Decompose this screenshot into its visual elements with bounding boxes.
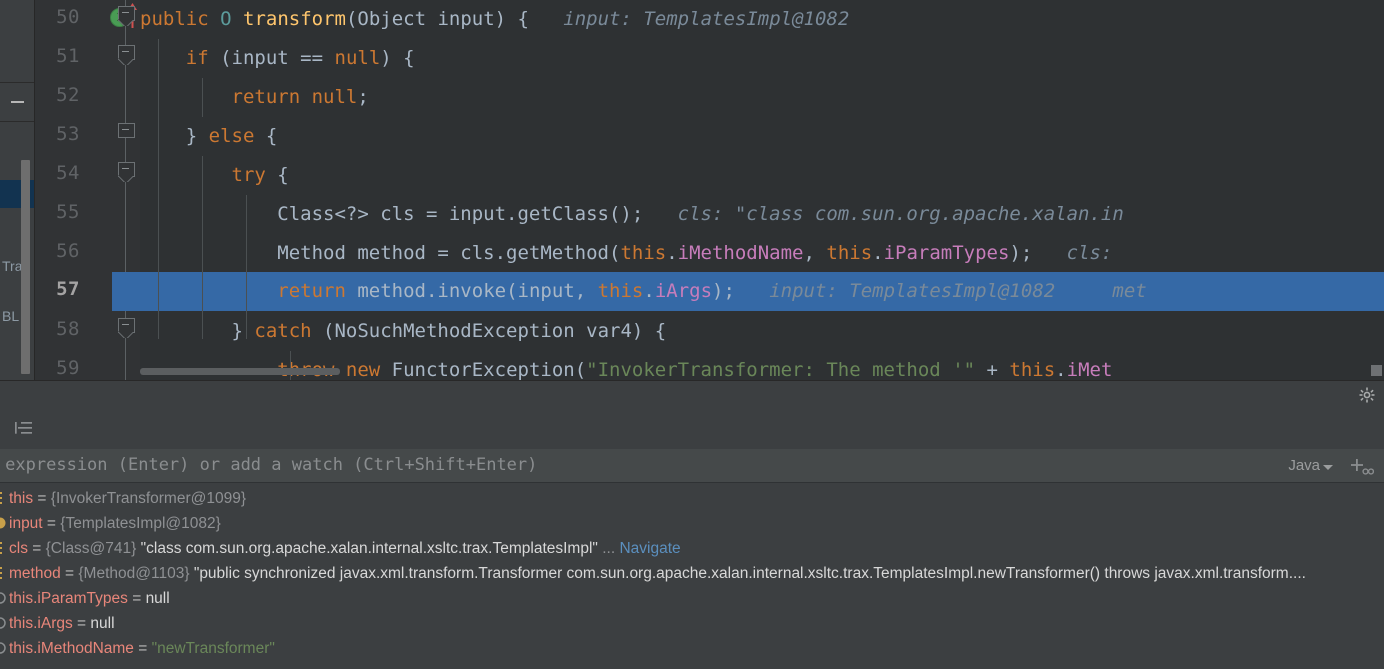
line-number: 53: [56, 123, 80, 145]
code-editor[interactable]: public O transform(Object input) { input…: [0, 0, 1384, 380]
collapse-button[interactable]: [0, 82, 34, 122]
watch-icon: [0, 592, 6, 604]
line-number: 55: [56, 201, 80, 223]
panel-spacer: [0, 120, 34, 159]
line-number: 58: [56, 318, 80, 340]
variable-name: this.iParamTypes: [9, 590, 128, 607]
code-line-53[interactable]: } else {: [140, 117, 1384, 156]
editor-horizontal-scrollbar[interactable]: [140, 368, 340, 375]
add-watch-icon[interactable]: [1350, 457, 1374, 477]
inline-debug-hint: input: TemplatesImpl@1082 met: [769, 280, 1147, 302]
value-ellipsis: ...: [602, 540, 616, 557]
fold-marker-icon[interactable]: [118, 123, 135, 138]
variables-list[interactable]: this = {InvokerTransformer@1099} input =…: [0, 482, 1384, 669]
gear-icon[interactable]: [1358, 386, 1376, 404]
variable-row-imethodname[interactable]: this.iMethodName = "newTransformer": [0, 636, 1384, 661]
ide-window: public O transform(Object input) { input…: [0, 0, 1384, 669]
line-number: 57: [56, 278, 80, 300]
inline-debug-hint: cls: "class com.sun.org.apache.xalan.in: [677, 203, 1124, 225]
variable-value: "public synchronized javax.xml.transform…: [193, 565, 1306, 582]
variable-equals: =: [42, 515, 61, 532]
variable-equals: =: [72, 615, 91, 632]
panel-list[interactable]: Tran BL: [0, 158, 34, 380]
variable-ref: {TemplatesImpl@1082}: [60, 515, 221, 532]
variable-equals: =: [27, 540, 46, 557]
variable-equals: =: [33, 490, 51, 507]
line-number: 50: [56, 6, 80, 28]
editor-scroll-marker[interactable]: [1371, 365, 1382, 376]
inline-debug-hint: input: TemplatesImpl@1082: [563, 8, 850, 30]
navigate-link[interactable]: Navigate: [619, 540, 680, 557]
variable-equals: =: [60, 565, 79, 582]
watch-icon: [0, 617, 6, 629]
watch-icon: [0, 642, 6, 654]
variable-name: this: [9, 490, 34, 507]
variable-name: this.iArgs: [9, 615, 73, 632]
variable-row-cls[interactable]: cls = {Class@741} "class com.sun.org.apa…: [0, 536, 1384, 561]
evaluate-expression-input[interactable]: uate expression (Enter) or add a watch (…: [0, 455, 537, 475]
variable-equals: =: [127, 590, 146, 607]
line-number: 51: [56, 45, 80, 67]
line-number: 56: [56, 240, 80, 262]
variable-name: cls: [9, 540, 28, 557]
inline-debug-hint: cls:: [1066, 242, 1113, 264]
panel-item-label: BL: [2, 308, 20, 324]
variable-ref: {InvokerTransformer@1099}: [50, 490, 247, 507]
variable-name: input: [9, 515, 43, 532]
variable-row-method[interactable]: method = {Method@1103} "public synchroni…: [0, 561, 1384, 586]
panel-scrollbar[interactable]: [21, 160, 30, 374]
indent-guide: [202, 78, 203, 117]
chevron-down-icon[interactable]: [1323, 465, 1333, 470]
variable-ref: {Class@741}: [45, 540, 137, 557]
variable-row-this[interactable]: this = {InvokerTransformer@1099}: [0, 486, 1384, 511]
indent-guide: [290, 351, 291, 380]
variable-value: "newTransformer": [151, 640, 275, 657]
parameter-icon: [0, 517, 6, 529]
indent-guide: [246, 195, 247, 339]
code-line-55[interactable]: Class<?> cls = input.getClass(); cls: "c…: [140, 195, 1384, 234]
indent-guide: [202, 156, 203, 339]
code-line-58[interactable]: } catch (NoSuchMethodException var4) {: [140, 312, 1384, 351]
variable-row-input[interactable]: input = {TemplatesImpl@1082}: [0, 511, 1384, 536]
code-line-59[interactable]: throw new FunctorException("InvokerTrans…: [140, 351, 1384, 380]
field-icon: [0, 542, 2, 554]
variable-row-iargs[interactable]: this.iArgs = null: [0, 611, 1384, 636]
side-tool-panel[interactable]: Tran BL: [0, 0, 35, 380]
code-line-52[interactable]: return null;: [140, 78, 1384, 117]
evaluate-expression-bar[interactable]: uate expression (Enter) or add a watch (…: [0, 449, 1384, 483]
debugger-toolbar[interactable]: [0, 410, 1384, 450]
code-line-51[interactable]: if (input == null) {: [140, 39, 1384, 78]
line-number: 54: [56, 162, 80, 184]
code-folding-column[interactable]: [112, 0, 140, 380]
variable-name: this.iMethodName: [9, 640, 134, 657]
code-line-57[interactable]: return method.invoke(input, this.iArgs);…: [140, 272, 1384, 311]
field-icon: [0, 492, 2, 504]
language-selector[interactable]: Java: [1288, 457, 1320, 474]
line-number: 59: [56, 357, 80, 379]
variable-row-iparamtypes[interactable]: this.iParamTypes = null: [0, 586, 1384, 611]
line-number: 52: [56, 84, 80, 106]
watches-layout-icon[interactable]: [14, 421, 33, 437]
variable-name: method: [9, 565, 61, 582]
variable-ref: {Method@1103}: [78, 565, 190, 582]
variable-value: null: [145, 590, 170, 607]
variable-value: "class com.sun.org.apache.xalan.internal…: [140, 540, 598, 557]
debugger-variables-panel: uate expression (Enter) or add a watch (…: [0, 380, 1384, 669]
variable-value: null: [90, 615, 115, 632]
field-icon: [0, 567, 2, 579]
code-line-56[interactable]: Method method = cls.getMethod(this.iMeth…: [140, 234, 1384, 273]
code-line-54[interactable]: try {: [140, 156, 1384, 195]
variable-equals: =: [133, 640, 152, 657]
debugger-panel-header: [0, 381, 1384, 411]
code-text-area[interactable]: public O transform(Object input) { input…: [140, 0, 1384, 380]
code-line-50[interactable]: public O transform(Object input) { input…: [140, 0, 1384, 39]
